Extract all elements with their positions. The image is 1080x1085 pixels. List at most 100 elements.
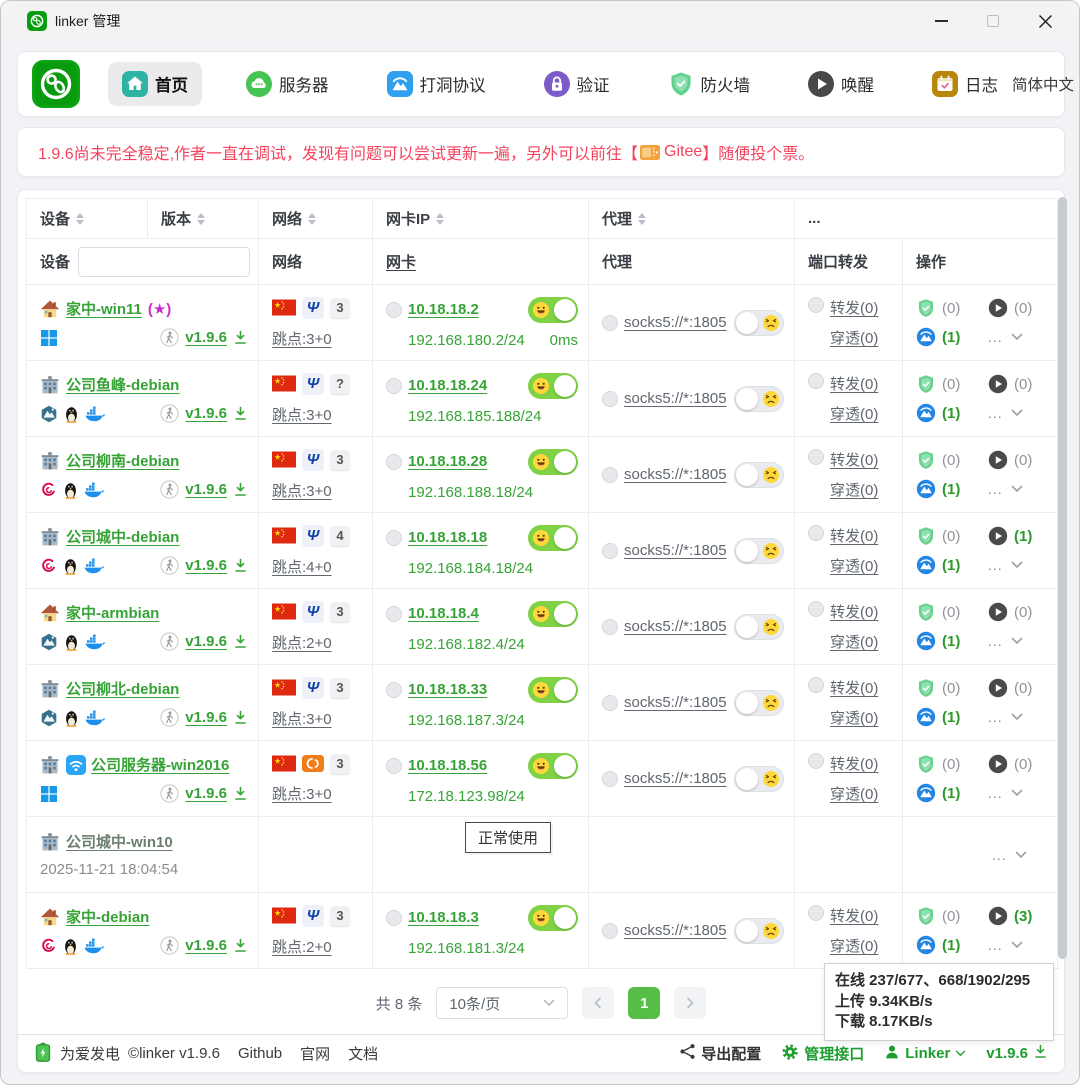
sort-header-nic-ip[interactable]: 网卡IP	[373, 199, 589, 239]
forward-link[interactable]: 转发(0)	[830, 905, 878, 926]
proxy-link[interactable]: socks5://*:1805	[624, 466, 727, 483]
nic-ip-link[interactable]: 10.18.18.3	[408, 909, 479, 926]
footer-version[interactable]: v1.9.6	[986, 1044, 1048, 1063]
relay-count-badge[interactable]: 3	[330, 298, 350, 318]
proxy-link[interactable]: socks5://*:1805	[624, 770, 727, 787]
radio-button[interactable]	[808, 905, 824, 921]
relay-count-badge[interactable]: 3	[330, 906, 350, 926]
radio-button[interactable]	[602, 543, 618, 559]
minimize-button[interactable]	[915, 3, 967, 39]
nic-toggle[interactable]	[528, 297, 578, 323]
nic-ip-link[interactable]: 10.18.18.4	[408, 605, 479, 622]
more-actions-button[interactable]: ...	[988, 557, 1049, 573]
more-actions-button[interactable]: ...	[988, 937, 1049, 953]
proxy-toggle[interactable]	[734, 690, 784, 716]
donate-label[interactable]: 为爱发电	[60, 1043, 120, 1064]
punch-button[interactable]	[916, 555, 936, 575]
hops-link[interactable]: 跳点:3+0	[272, 328, 332, 349]
radio-button[interactable]	[386, 606, 402, 622]
relay-count-badge[interactable]: 4	[330, 526, 350, 546]
version-link[interactable]: v1.9.6	[185, 709, 227, 726]
firewall-button[interactable]	[916, 602, 936, 622]
forward-link[interactable]: 转发(0)	[830, 753, 878, 774]
sort-header-device[interactable]: 设备	[27, 199, 148, 239]
radio-button[interactable]	[808, 753, 824, 769]
github-link[interactable]: Github	[238, 1045, 282, 1062]
proxy-toggle[interactable]	[734, 538, 784, 564]
hops-link[interactable]: 跳点:3+0	[272, 783, 332, 804]
firewall-button[interactable]	[916, 374, 936, 394]
page-1-button[interactable]: 1	[628, 987, 660, 1019]
proxy-link[interactable]: socks5://*:1805	[624, 694, 727, 711]
radio-button[interactable]	[602, 467, 618, 483]
tab-home[interactable]: 首页	[108, 62, 202, 106]
language-selector[interactable]: 简体中文	[1012, 73, 1080, 95]
punch-button[interactable]	[916, 935, 936, 955]
nic-toggle[interactable]	[528, 373, 578, 399]
relay-count-badge[interactable]: ?	[330, 374, 350, 394]
docs-link[interactable]: 文档	[348, 1043, 378, 1064]
radio-button[interactable]	[602, 619, 618, 635]
hops-link[interactable]: 跳点:4+0	[272, 556, 332, 577]
forward-link[interactable]: 转发(0)	[830, 601, 878, 622]
pierce-link[interactable]: 穿透(0)	[830, 935, 878, 956]
device-name-link[interactable]: 公司鱼峰-debian	[66, 374, 179, 395]
punch-button[interactable]	[916, 707, 936, 727]
punch-button[interactable]	[916, 403, 936, 423]
pierce-link[interactable]: 穿透(0)	[830, 403, 878, 424]
more-actions-button[interactable]: ...	[988, 785, 1049, 801]
device-name-link[interactable]: 家中-armbian	[66, 602, 159, 623]
proxy-toggle[interactable]	[734, 614, 784, 640]
device-name-link[interactable]: 公司城中-win10	[66, 831, 173, 852]
prev-page-button[interactable]	[582, 987, 614, 1019]
punch-button[interactable]	[916, 631, 936, 651]
close-button[interactable]	[1019, 3, 1071, 39]
version-link[interactable]: v1.9.6	[185, 937, 227, 954]
tab-calendar[interactable]: 日志	[918, 62, 1012, 106]
hops-link[interactable]: 跳点:3+0	[272, 708, 332, 729]
proxy-link[interactable]: socks5://*:1805	[624, 618, 727, 635]
proxy-link[interactable]: socks5://*:1805	[624, 542, 727, 559]
pierce-link[interactable]: 穿透(0)	[830, 555, 878, 576]
forward-link[interactable]: 转发(0)	[830, 677, 878, 698]
radio-button[interactable]	[386, 530, 402, 546]
sort-header-network[interactable]: 网络	[259, 199, 373, 239]
nic-ip-link[interactable]: 10.18.18.28	[408, 453, 487, 470]
relay-count-badge[interactable]: 3	[330, 754, 350, 774]
relay-count-badge[interactable]: 3	[330, 602, 350, 622]
wake-button[interactable]	[988, 526, 1008, 546]
radio-button[interactable]	[386, 454, 402, 470]
radio-button[interactable]	[602, 695, 618, 711]
nic-ip-link[interactable]: 10.18.18.24	[408, 377, 487, 394]
nic-ip-link[interactable]: 10.18.18.33	[408, 681, 487, 698]
version-link[interactable]: v1.9.6	[185, 785, 227, 802]
tab-play[interactable]: 唤醒	[794, 62, 888, 106]
wake-button[interactable]	[988, 678, 1008, 698]
device-name-link[interactable]: 公司柳北-debian	[66, 678, 179, 699]
wake-button[interactable]	[988, 602, 1008, 622]
nic-ip-link[interactable]: 10.18.18.2	[408, 301, 479, 318]
more-actions-button[interactable]: ...	[988, 329, 1049, 345]
sort-header-version[interactable]: 版本	[148, 199, 259, 239]
pierce-link[interactable]: 穿透(0)	[830, 479, 878, 500]
nic-header-link[interactable]: 网卡	[386, 251, 416, 272]
radio-button[interactable]	[602, 315, 618, 331]
wake-button[interactable]	[988, 374, 1008, 394]
punch-button[interactable]	[916, 783, 936, 803]
radio-button[interactable]	[386, 302, 402, 318]
radio-button[interactable]	[808, 297, 824, 313]
manage-api-button[interactable]: 管理接口	[781, 1043, 864, 1065]
maximize-button[interactable]	[967, 3, 1019, 39]
more-actions-button[interactable]: ...	[992, 847, 1049, 863]
pierce-link[interactable]: 穿透(0)	[830, 327, 878, 348]
radio-button[interactable]	[808, 449, 824, 465]
tab-shield[interactable]: 防火墙	[654, 62, 765, 106]
version-link[interactable]: v1.9.6	[185, 557, 227, 574]
wake-button[interactable]	[988, 906, 1008, 926]
forward-link[interactable]: 转发(0)	[830, 297, 878, 318]
nic-ip-link[interactable]: 10.18.18.56	[408, 757, 487, 774]
page-size-select[interactable]: 10条/页	[436, 987, 568, 1019]
firewall-button[interactable]	[916, 906, 936, 926]
radio-button[interactable]	[602, 923, 618, 939]
firewall-button[interactable]	[916, 754, 936, 774]
